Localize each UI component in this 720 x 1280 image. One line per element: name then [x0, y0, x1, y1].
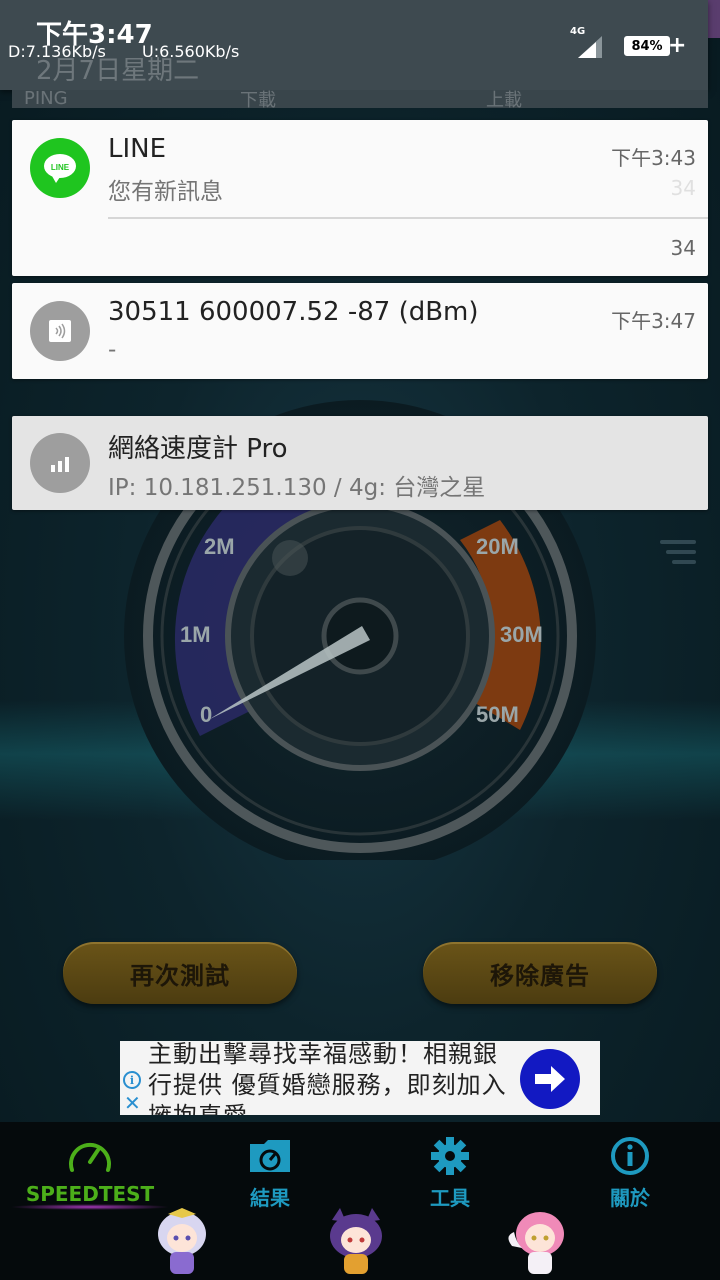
remove-ads-button[interactable]: 移除廣告 [423, 942, 657, 1004]
chibi-character-2-icon [330, 1208, 382, 1274]
notification-text: 您有新訊息 [108, 179, 223, 205]
ad-info-icon[interactable]: i [123, 1071, 141, 1089]
gauge-label: 50M [476, 702, 519, 727]
gauge-label: 20M [476, 534, 519, 559]
battery-percent: 84% [631, 38, 663, 54]
info-icon [611, 1137, 649, 1175]
nav-tab-results[interactable]: 結果 [180, 1136, 360, 1216]
download-speed: D:7.136Kb/s [8, 42, 106, 61]
notification-time: 下午3:43 [611, 146, 696, 170]
line-app-icon: LINE [30, 138, 90, 198]
gauge-label: 30M [500, 622, 543, 647]
notification-text: IP: 10.181.251.130 / 4g: 台灣之星 [108, 475, 486, 501]
shade-columns-strip: PING 下載 上載 [12, 88, 708, 111]
notification-divider [108, 217, 708, 219]
nav-tab-tools[interactable]: 工具 [360, 1136, 540, 1216]
notification-speed-meter[interactable]: 網絡速度計 Pro IP: 10.181.251.130 / 4g: 台灣之星 [12, 416, 708, 510]
retest-button[interactable]: 再次測試 [63, 942, 297, 1004]
gear-icon [431, 1137, 469, 1175]
signal-strength-icon [578, 36, 602, 58]
column-upload: 上載 [486, 90, 522, 111]
nav-label-results: 結果 [250, 1186, 290, 1210]
notification-signal[interactable]: 30511 600007.52 -87 (dBm) - 下午3:47 [12, 283, 708, 379]
notification-title: LINE [108, 134, 167, 164]
notification-title: 網絡速度計 Pro [108, 434, 288, 464]
gauge-label: 0 [200, 702, 212, 727]
notification-line[interactable]: LINE LINE 您有新訊息 下午3:43 34 34 [12, 120, 708, 276]
signal-bars-icon [30, 433, 90, 493]
chibi-character-3-icon [508, 1212, 564, 1274]
notification-count: 34 [670, 236, 696, 260]
column-ping: PING [24, 88, 68, 109]
battery-icon: 84% [624, 36, 670, 56]
ad-close-icon[interactable]: ✕ [124, 1091, 141, 1115]
nav-label-speedtest: SPEEDTEST [25, 1182, 155, 1206]
nav-tab-about[interactable]: 關於 [540, 1136, 720, 1216]
nav-label-tools: 工具 [430, 1186, 470, 1210]
speedometer-icon [69, 1142, 111, 1172]
menu-icon[interactable] [660, 540, 696, 566]
ad-banner[interactable]: 主動出擊尋找幸福感動！相親銀行提供 優質婚戀服務，即刻加入擁抱真愛 i ✕ [120, 1041, 600, 1115]
ad-text: 主動出擊尋找幸福感動！相親銀行提供 優質婚戀服務，即刻加入擁抱真愛 [148, 1041, 507, 1115]
gauge-label: 1M [180, 622, 211, 647]
charging-icon: + [668, 33, 687, 58]
nfc-signal-icon [30, 301, 90, 361]
upload-speed: U:6.560Kb/s [142, 42, 240, 61]
notification-title: 30511 600007.52 -87 (dBm) [108, 297, 479, 327]
column-download: 下載 [240, 90, 276, 111]
line-icon-text: LINE [51, 163, 70, 172]
gauge-label: 2M [204, 534, 235, 559]
chibi-character-1-icon [158, 1208, 206, 1274]
nav-label-about: 關於 [610, 1186, 650, 1210]
ad-arrow-icon[interactable] [520, 1049, 580, 1109]
folder-gauge-icon [250, 1140, 290, 1172]
notification-time: 下午3:47 [611, 309, 696, 333]
notification-count-ghost: 34 [670, 176, 696, 200]
notification-text: - [108, 337, 117, 363]
nav-tab-speedtest[interactable]: SPEEDTEST [0, 1136, 180, 1216]
